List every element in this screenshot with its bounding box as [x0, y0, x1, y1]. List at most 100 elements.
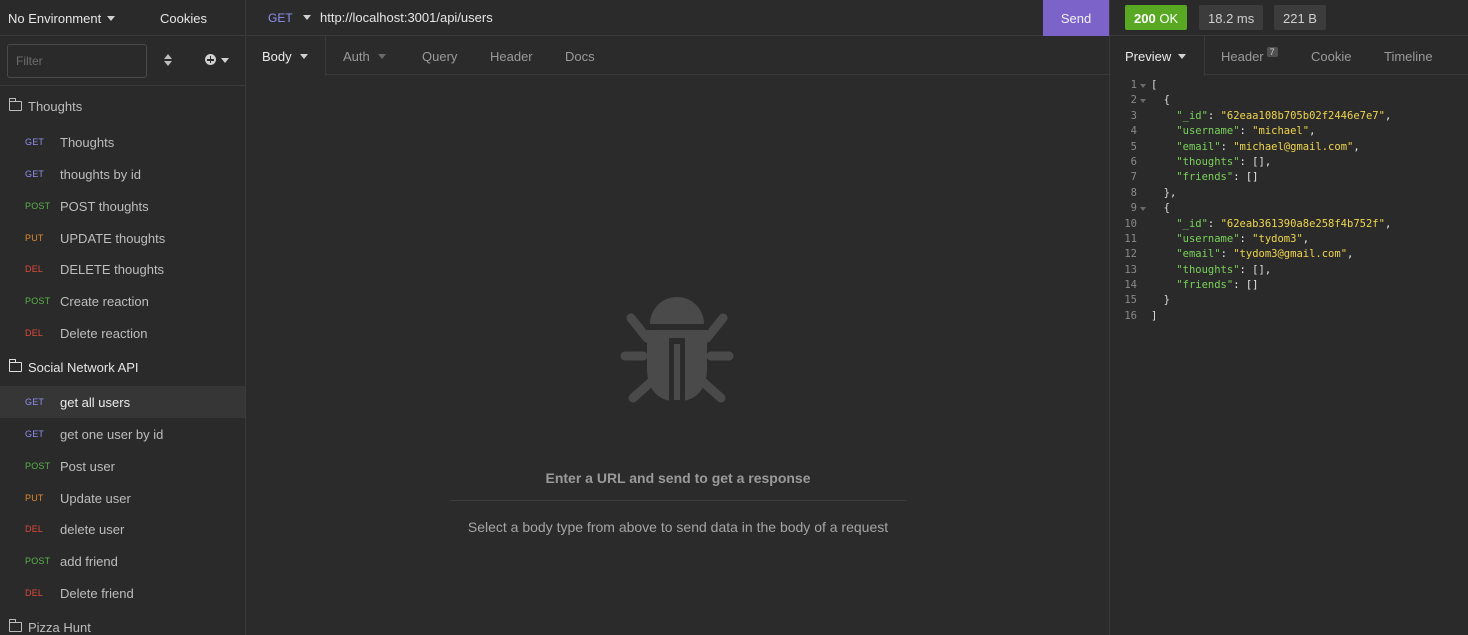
line-number: 10: [1124, 217, 1137, 230]
request-item[interactable]: PUT Update user: [0, 482, 245, 514]
method-dropdown[interactable]: GET: [268, 11, 311, 25]
environment-dropdown[interactable]: No Environment: [8, 11, 116, 26]
request-label: POST thoughts: [60, 199, 149, 214]
line-number: 9: [1130, 202, 1137, 215]
response-size-badge: 221 B: [1274, 5, 1326, 30]
filter-row: [0, 36, 245, 86]
method-badge: DEL: [25, 588, 44, 598]
json-value: michael: [1258, 125, 1303, 138]
fold-toggle-icon[interactable]: [1140, 207, 1146, 212]
request-item[interactable]: PUT UPDATE thoughts: [0, 222, 245, 254]
json-value: tydom3@gmail.com: [1239, 248, 1341, 261]
method-badge: PUT: [25, 233, 44, 243]
request-item[interactable]: DEL delete user: [0, 513, 245, 545]
folder-thoughts[interactable]: Thoughts: [0, 92, 245, 122]
tab-header[interactable]: Header: [490, 36, 533, 75]
tab-docs[interactable]: Docs: [565, 36, 595, 75]
response-tabs: Preview Header 7 Cookie Timeline: [1110, 36, 1468, 76]
folder-open-icon: [8, 98, 22, 111]
method-badge: PUT: [25, 493, 44, 503]
tab-body[interactable]: Body: [247, 36, 326, 76]
fold-toggle-icon[interactable]: [1140, 84, 1146, 88]
method-badge: POST: [25, 556, 51, 566]
line-number: 15: [1124, 294, 1137, 307]
url-input[interactable]: [320, 10, 1020, 25]
method-badge: GET: [25, 429, 45, 439]
request-label: Delete reaction: [60, 326, 148, 341]
line-number: 13: [1124, 263, 1137, 276]
status-text: OK: [1159, 11, 1179, 26]
request-item[interactable]: DEL Delete reaction: [0, 317, 245, 349]
line-number: 6: [1130, 155, 1137, 168]
method-badge: GET: [25, 397, 45, 407]
method-badge: DEL: [25, 328, 44, 338]
json-value: []: [1245, 171, 1259, 184]
request-item[interactable]: GET get one user by id: [0, 418, 245, 450]
folder-label: Social Network API: [28, 360, 139, 375]
tab-label: Auth: [343, 49, 370, 64]
request-tabs: Body Auth Query Header Docs: [247, 36, 1109, 76]
tab-label: Body: [262, 49, 292, 64]
tab-response-header[interactable]: Header 7: [1221, 36, 1278, 75]
request-label: Update user: [60, 491, 131, 506]
chevron-down-icon: [377, 54, 386, 60]
request-label: delete user: [60, 522, 125, 537]
json-value: 62eab361390a8e258f4b752f: [1226, 217, 1379, 230]
method-badge: DEL: [25, 264, 44, 274]
chevron-down-icon: [107, 16, 116, 22]
json-preview: 1[ 2 { 3 "_id": "62eaa108b705b02f2446e7e…: [1110, 79, 1468, 325]
tab-query[interactable]: Query: [422, 36, 457, 75]
chevron-down-icon: [1178, 54, 1187, 60]
status-code: 200: [1134, 11, 1156, 26]
fold-toggle-icon[interactable]: [1140, 99, 1146, 104]
request-label: add friend: [60, 554, 118, 569]
request-item[interactable]: DEL Delete friend: [0, 577, 245, 609]
line-number: 3: [1130, 109, 1137, 122]
sidebar: No Environment Cookies Thoughts GET Thou…: [0, 0, 246, 635]
add-menu-button[interactable]: [205, 53, 231, 69]
request-label: get all users: [60, 395, 131, 410]
method-badge: GET: [25, 169, 45, 179]
chevron-down-icon: [221, 58, 229, 63]
line-number: 11: [1124, 232, 1137, 245]
tab-label: Preview: [1125, 49, 1172, 64]
json-value: []: [1245, 279, 1259, 292]
request-item[interactable]: GET thoughts by id: [0, 158, 245, 190]
folder-label: Thoughts: [28, 99, 83, 114]
request-item[interactable]: POST Create reaction: [0, 285, 245, 317]
json-value: tydom3: [1258, 232, 1297, 245]
tab-preview[interactable]: Preview: [1110, 36, 1205, 76]
tab-label: Header: [1221, 49, 1264, 64]
empty-state-title: Enter a URL and send to get a response: [545, 470, 811, 486]
divider: [450, 500, 906, 501]
response-time-badge: 18.2 ms: [1199, 5, 1264, 30]
folder-icon: [8, 619, 22, 632]
sort-icon[interactable]: [163, 54, 173, 68]
request-item[interactable]: POST Post user: [0, 450, 245, 482]
json-value: 62eaa108b705b02f2446e7e7: [1226, 109, 1379, 122]
method-badge: POST: [25, 461, 51, 471]
tab-auth[interactable]: Auth: [343, 36, 386, 75]
folder-social-network-api[interactable]: Social Network API: [0, 353, 245, 383]
json-value: []: [1252, 155, 1265, 168]
tab-cookie[interactable]: Cookie: [1311, 36, 1351, 75]
send-button[interactable]: Send: [1043, 0, 1109, 36]
request-item[interactable]: POST add friend: [0, 545, 245, 577]
folder-pizza-hunt[interactable]: Pizza Hunt: [0, 613, 245, 635]
line-number: 12: [1124, 248, 1137, 261]
request-item[interactable]: POST POST thoughts: [0, 190, 245, 222]
request-item[interactable]: DEL DELETE thoughts: [0, 253, 245, 285]
tab-timeline[interactable]: Timeline: [1384, 36, 1433, 75]
filter-input[interactable]: [7, 44, 147, 78]
method-badge: DEL: [25, 524, 44, 534]
plus-circle-icon: [205, 54, 216, 65]
cookies-button[interactable]: Cookies: [160, 11, 207, 26]
status-badge: 200 OK: [1125, 5, 1188, 30]
request-item-active[interactable]: GET get all users: [0, 386, 245, 418]
request-label: Post user: [60, 459, 115, 474]
line-number: 5: [1130, 140, 1137, 153]
request-item[interactable]: GET Thoughts: [0, 126, 245, 158]
chevron-down-icon: [299, 54, 308, 60]
sidebar-header: No Environment Cookies: [0, 0, 245, 36]
empty-state-subtitle: Select a body type from above to send da…: [467, 519, 889, 535]
